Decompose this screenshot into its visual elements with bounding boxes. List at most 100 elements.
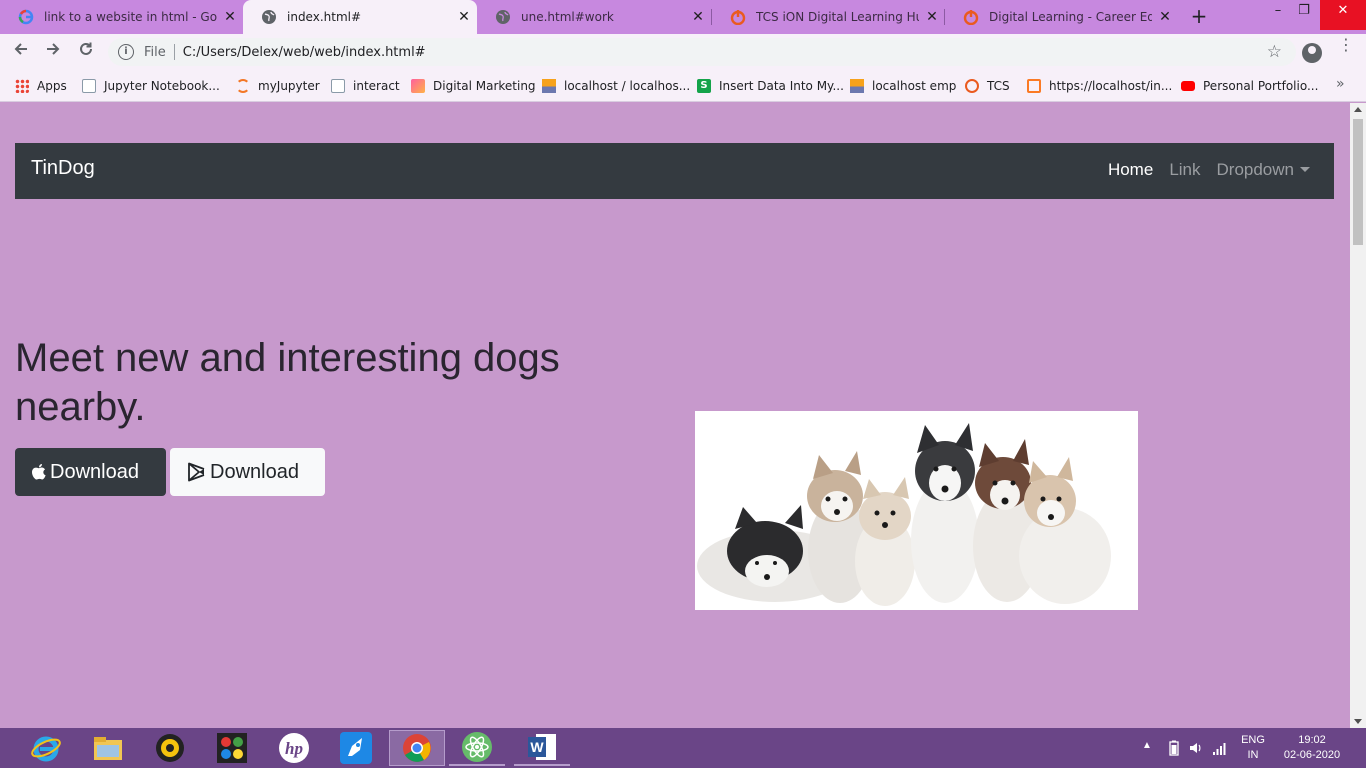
tab-une-html[interactable]: une.html#work ✕ [477, 0, 711, 34]
volume-icon[interactable] [1187, 740, 1205, 768]
bookmark-personal-portfolio[interactable]: Personal Portfolio... [1181, 77, 1318, 95]
url-text[interactable]: C:/Users/Delex/web/web/index.html# [183, 45, 426, 60]
close-tab-icon[interactable]: ✕ [685, 9, 711, 25]
language-indicator[interactable]: ENG IN [1238, 733, 1268, 768]
clock-time: 19:02 [1298, 734, 1326, 746]
bookmark-label: Personal Portfolio... [1203, 79, 1319, 93]
download-google-play-button[interactable]: Download [170, 448, 325, 496]
nav-dropdown[interactable]: Dropdown [1216, 160, 1310, 180]
scroll-down-icon[interactable] [1354, 719, 1362, 724]
close-tab-icon[interactable]: ✕ [217, 9, 243, 25]
show-hidden-icons[interactable]: ▲ [1140, 740, 1154, 768]
ie-icon[interactable] [18, 730, 74, 766]
battery-icon[interactable] [1168, 740, 1180, 768]
windows-taskbar: hp W ▲ ENG IN 19:02 02-06-2020 [0, 728, 1366, 768]
tcs-icon [730, 9, 746, 25]
chart-icon [411, 79, 425, 93]
tab-index-html[interactable]: index.html# ✕ [243, 0, 477, 34]
bookmark-localhost[interactable]: localhost / localhos... [542, 77, 690, 95]
google-icon [18, 9, 34, 25]
nav-dropdown-label: Dropdown [1216, 160, 1295, 179]
bookmark-label: localhost emp [872, 79, 957, 93]
info-icon[interactable]: i [118, 44, 134, 60]
download-apple-label: Download [50, 460, 139, 483]
jupyter-icon [236, 79, 250, 93]
svg-text:hp: hp [285, 739, 303, 758]
download-apple-button[interactable]: Download [15, 448, 166, 496]
bookmark-apps[interactable]: Apps [15, 77, 67, 95]
nav-link-link[interactable]: Link [1169, 160, 1200, 180]
bookmark-star-icon[interactable]: ☆ [1267, 42, 1282, 62]
forward-arrow-icon[interactable] [42, 41, 64, 63]
tab-career-edge[interactable]: Digital Learning - Career Edge - ✕ [945, 0, 1178, 34]
profile-avatar-icon[interactable] [1302, 43, 1322, 63]
close-window-icon[interactable]: ✕ [1320, 0, 1366, 30]
rocket-icon[interactable] [328, 730, 384, 766]
bookmark-digital-marketing[interactable]: Digital Marketing [411, 77, 536, 95]
atom-icon[interactable] [449, 730, 505, 766]
file-explorer-icon[interactable] [80, 730, 136, 766]
bookmark-localhost-emp[interactable]: localhost emp [850, 77, 956, 95]
more-bookmarks-icon[interactable]: » [1336, 76, 1345, 92]
network-signal-icon[interactable] [1211, 741, 1229, 768]
clock[interactable]: 19:02 02-06-2020 [1276, 733, 1348, 768]
page-viewport: TinDog Home Link Dropdown Meet new and i… [0, 103, 1350, 728]
bookmark-label: myJupyter [258, 79, 320, 93]
bookmark-label: Jupyter Notebook... [104, 79, 220, 93]
language-top: ENG [1241, 734, 1265, 746]
bookmark-label: TCS [987, 79, 1010, 93]
scrollbar-thumb[interactable] [1353, 119, 1363, 245]
menu-kebab-icon[interactable]: ⋮ [1338, 37, 1354, 53]
husky-puppies-image [695, 411, 1138, 610]
nav-link-home[interactable]: Home [1108, 160, 1153, 180]
tab-google-search[interactable]: link to a website in html - Goog ✕ [0, 0, 243, 34]
close-tab-icon[interactable]: ✕ [919, 9, 945, 25]
omnibox-divider [173, 44, 175, 60]
bookmark-tcs[interactable]: TCS [965, 77, 1010, 95]
phpmyadmin-icon [850, 79, 864, 93]
bookmark-insert-data[interactable]: S Insert Data Into My... [697, 77, 844, 95]
globe-icon [261, 9, 277, 25]
back-arrow-icon[interactable] [10, 41, 32, 63]
bookmark-label: Digital Marketing [433, 79, 536, 93]
bookmark-interact[interactable]: interact [331, 77, 400, 95]
bookmark-label: localhost / localhos... [564, 79, 691, 93]
bookmarks-bar: Apps Jupyter Notebook... myJupyter inter… [0, 70, 1366, 102]
navbar-brand[interactable]: TinDog [31, 157, 95, 180]
youtube-icon [1181, 81, 1195, 91]
bookmark-label: Apps [37, 79, 67, 93]
media-player-icon[interactable] [142, 730, 198, 766]
scheme-label: File [144, 44, 166, 60]
bookmark-https-localhost[interactable]: https://localhost/in... [1027, 77, 1172, 95]
bookmark-myjupyter[interactable]: myJupyter [236, 77, 320, 95]
close-tab-icon[interactable]: ✕ [1152, 9, 1178, 25]
xampp-icon [1027, 79, 1041, 93]
address-bar[interactable]: i File C:/Users/Delex/web/web/index.html… [108, 38, 1296, 66]
bookmark-jupyter-notebook[interactable]: Jupyter Notebook... [82, 77, 220, 95]
phpmyadmin-icon [542, 79, 556, 93]
tab-title: index.html# [287, 10, 362, 24]
bookmark-label: Insert Data Into My... [719, 79, 844, 93]
svg-text:W: W [530, 739, 544, 755]
tab-strip: link to a website in html - Goog ✕ index… [0, 0, 1366, 34]
new-tab-button[interactable]: + [1188, 5, 1210, 27]
close-tab-icon[interactable]: ✕ [451, 9, 477, 25]
caret-down-icon [1300, 167, 1310, 172]
bookmark-label: interact [353, 79, 400, 93]
google-play-icon [187, 462, 207, 482]
tab-title: une.html#work [521, 10, 614, 24]
notebook-icon [82, 79, 96, 93]
download-google-play-label: Download [210, 460, 299, 483]
chrome-icon[interactable] [389, 730, 445, 766]
word-icon[interactable]: W [514, 730, 570, 766]
tcs-icon [963, 9, 979, 25]
restore-icon[interactable]: ❐ [1286, 0, 1322, 30]
page-scrollbar[interactable] [1350, 103, 1366, 728]
apps-grid-icon [15, 79, 29, 93]
paint-icon[interactable] [204, 730, 260, 766]
tab-title: link to a website in html - Goog [44, 10, 217, 24]
tab-tcs-ion[interactable]: TCS iON Digital Learning Hub ✕ [712, 0, 945, 34]
scroll-up-icon[interactable] [1354, 107, 1362, 112]
hp-icon[interactable]: hp [266, 730, 322, 766]
reload-icon[interactable] [75, 41, 97, 63]
